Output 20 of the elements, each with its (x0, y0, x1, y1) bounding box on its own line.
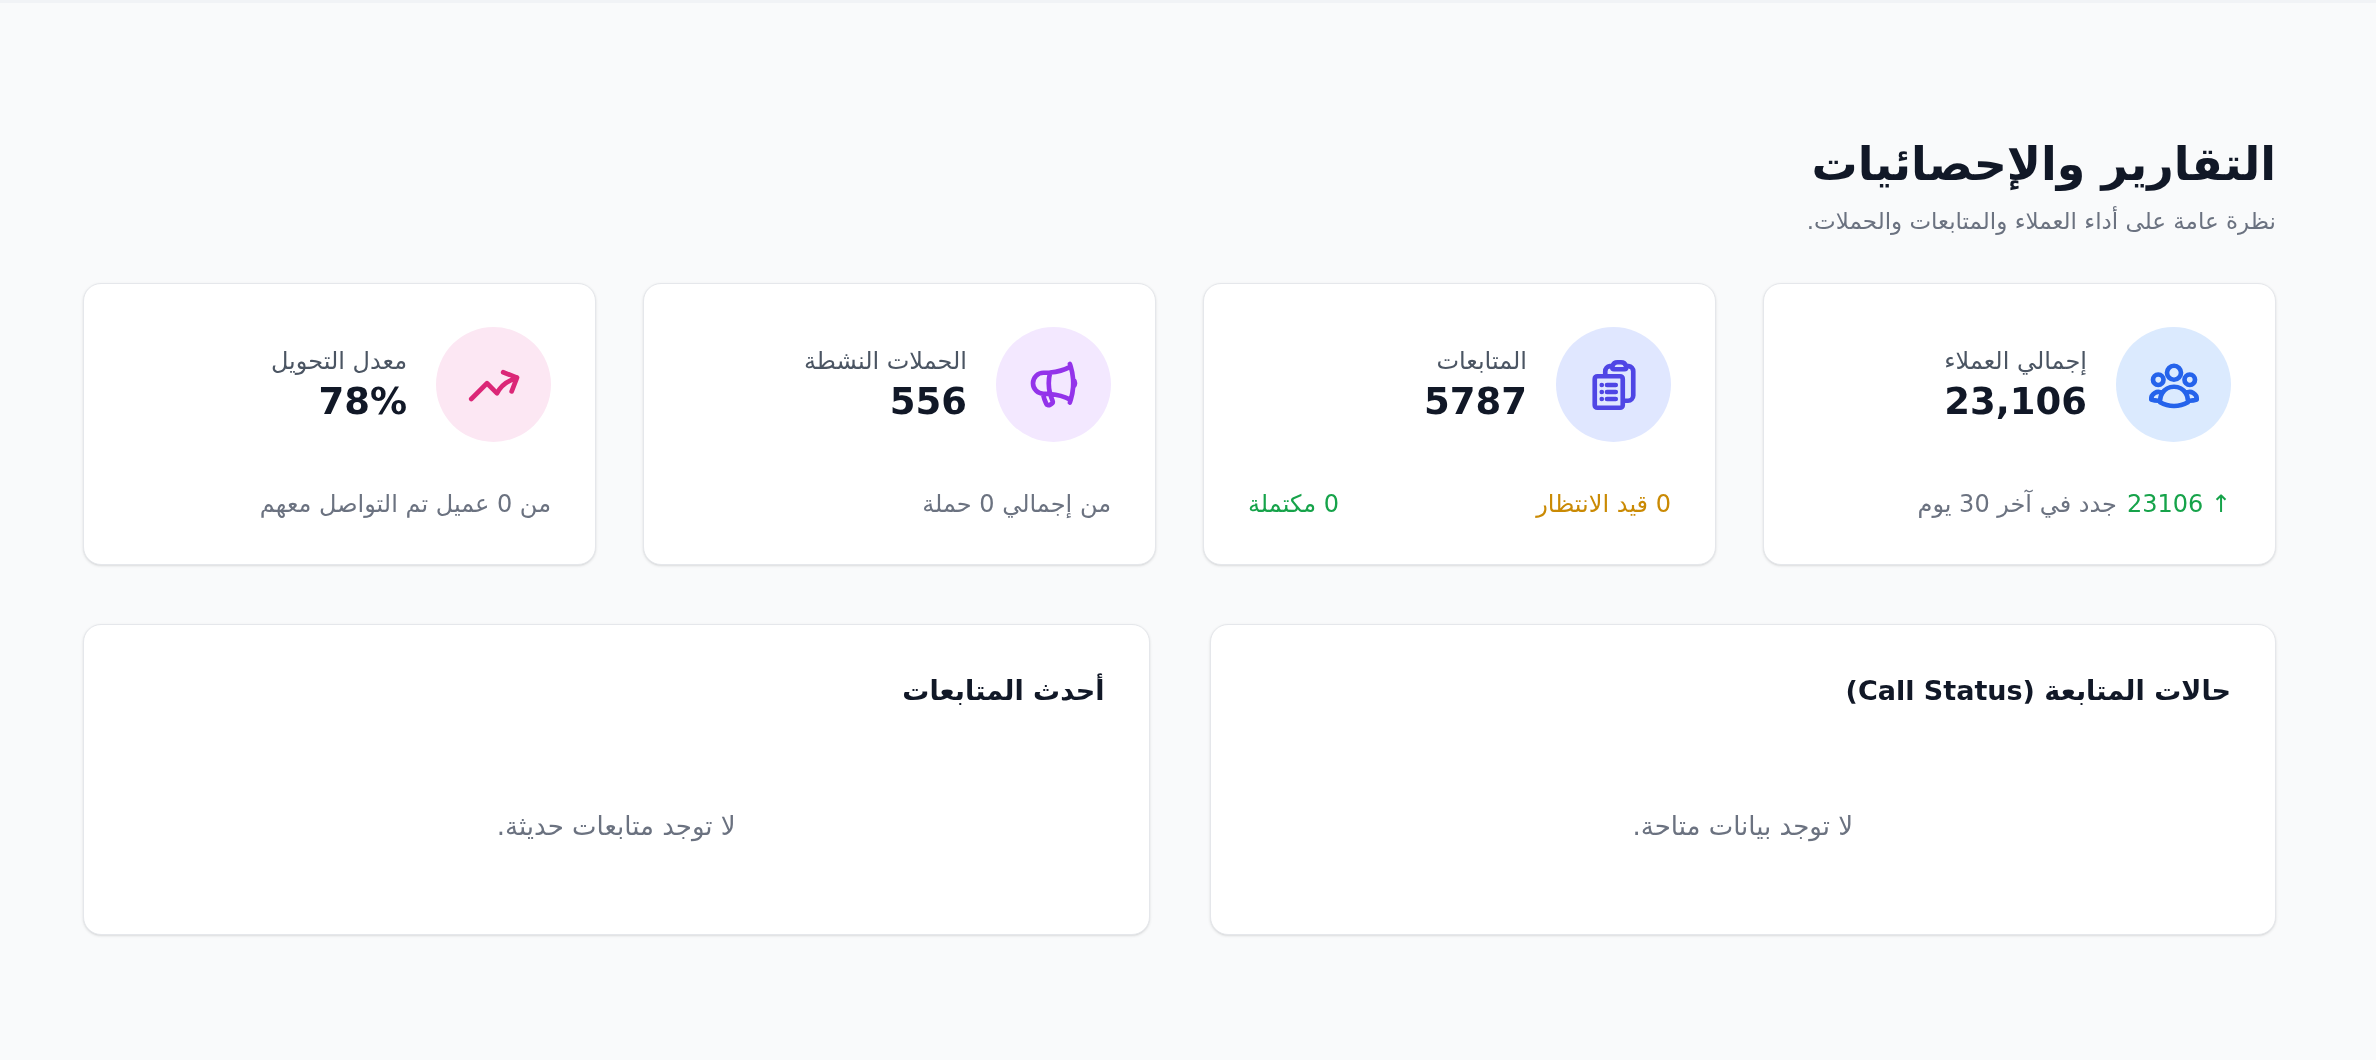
stat-value: 23,106 (1944, 378, 2087, 425)
panel-title: أحدث المتابعات (902, 673, 1105, 708)
empty-state-text: لا توجد بيانات متاحة. (1632, 809, 1854, 843)
stat-label: إجمالي العملاء (1944, 345, 2087, 377)
panel-title: حالات المتابعة (Call Status) (1845, 674, 2231, 708)
stat-value: 78% (318, 378, 407, 425)
stat-label: الحملات النشطة (803, 345, 967, 377)
stat-footnote: 0 قيد الانتظار (1536, 489, 1671, 520)
empty-state-text: لا توجد متابعات حديثة. (496, 809, 736, 843)
stat-footnote: من إجمالي 0 حملة (922, 489, 1111, 520)
stat-value: 5787 (1424, 378, 1527, 425)
stat-footnote: من 0 عميل تم التواصل معهم (259, 489, 551, 520)
page-title: التقارير والإحصائيات (1811, 136, 2276, 193)
stat-value: 556 (889, 378, 967, 425)
stat-footnote: ↑ 23106 (2126, 489, 2231, 520)
stat-label: معدل التحويل (270, 345, 407, 377)
stat-label: المتابعات (1436, 345, 1527, 377)
stat-footnote: جدد في آخر 30 يوم (1917, 488, 2117, 520)
page-subtitle: نظرة عامة على أداء العملاء والمتابعات والحملات. (1806, 205, 2276, 237)
stat-footnote: 0 مكتملة (1248, 489, 1339, 520)
